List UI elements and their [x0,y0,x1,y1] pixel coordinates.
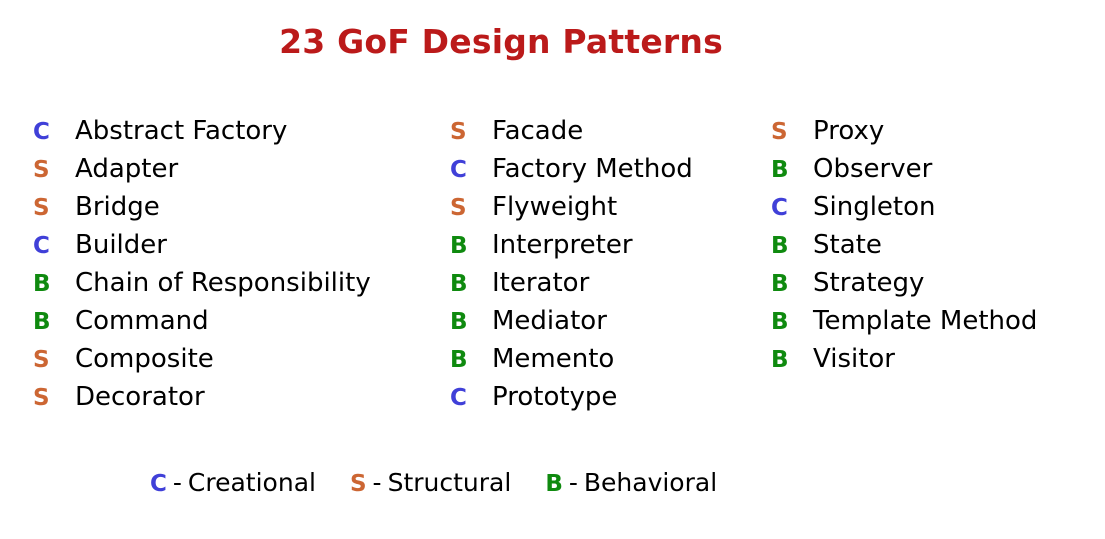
category-letter-b: B [33,309,51,335]
category-letter-s: S [450,195,467,221]
legend-dash: - [372,468,382,497]
pattern-row: S Proxy [771,112,1037,150]
category-letter-b: B [771,347,789,373]
pattern-row: C Builder [33,226,371,264]
pattern-row: B Interpreter [450,226,693,264]
page-title: 23 GoF Design Patterns [279,22,723,61]
category-letter-c: C [771,195,788,221]
pattern-name: Visitor [813,344,895,374]
category-letter-b: B [771,233,789,259]
pattern-name: Interpreter [492,230,633,260]
legend-letter-s: S [349,471,367,497]
legend-label: Structural [387,468,512,497]
pattern-name: Adapter [75,154,179,184]
pattern-name: Iterator [492,268,590,298]
pattern-name: Bridge [75,192,160,222]
pattern-row: S Facade [450,112,693,150]
category-letter-b: B [33,271,51,297]
pattern-name: Memento [492,344,615,374]
pattern-name: Mediator [492,306,607,336]
pattern-name: Composite [75,344,214,374]
category-letter-b: B [450,271,468,297]
pattern-row: B Command [33,302,371,340]
pattern-name: Facade [492,116,584,146]
pattern-row: S Flyweight [450,188,693,226]
legend-item-structural: S - Structural [350,466,511,503]
category-letter-c: C [33,233,50,259]
category-letter-b: B [450,347,468,373]
pattern-row: B State [771,226,1037,264]
pattern-name: Singleton [813,192,936,222]
category-letter-b: B [771,309,789,335]
pattern-row: B Observer [771,150,1037,188]
pattern-row: S Decorator [33,378,371,416]
legend-letter-c: C [150,471,167,497]
category-letter-c: C [33,119,50,145]
legend-label: Behavioral [583,468,718,497]
legend-item-behavioral: B - Behavioral [545,466,717,503]
pattern-row: B Template Method [771,302,1037,340]
pattern-row: B Iterator [450,264,693,302]
pattern-row: C Abstract Factory [33,112,371,150]
pattern-name: Chain of Responsibility [75,268,371,298]
pattern-row: S Composite [33,340,371,378]
pattern-name: Builder [75,230,167,260]
category-letter-s: S [33,195,50,221]
category-letter-s: S [33,385,50,411]
pattern-row: S Bridge [33,188,371,226]
pattern-row: B Memento [450,340,693,378]
legend-item-creational: C - Creational [150,466,316,503]
category-letter-b: B [450,309,468,335]
pattern-row: C Singleton [771,188,1037,226]
pattern-row: B Mediator [450,302,693,340]
pattern-name: Proxy [813,116,885,146]
pattern-column-2: S Facade C Factory Method S Flyweight B Interpr… [450,112,693,416]
pattern-row: S Adapter [33,150,371,188]
pattern-column-1: C Abstract Factory S Adapter S Bridge C Builder… [33,112,371,416]
category-letter-b: B [771,157,789,183]
pattern-columns: C Abstract Factory S Adapter S Bridge C Builder… [0,112,1105,412]
pattern-row: C Prototype [450,378,693,416]
pattern-name: Flyweight [492,192,618,222]
pattern-row: B Chain of Responsibility [33,264,371,302]
legend-letter-b: B [545,471,563,497]
category-letter-s: S [33,347,50,373]
category-letter-b: B [771,271,789,297]
category-legend: C - Creational S - Structural B - Behavioral [150,466,717,503]
pattern-row: B Strategy [771,264,1037,302]
pattern-name: Strategy [813,268,925,298]
pattern-row: B Visitor [771,340,1037,378]
pattern-name: Template Method [813,306,1038,336]
legend-label: Creational [187,468,316,497]
category-letter-b: B [450,233,468,259]
pattern-name: Decorator [75,382,205,412]
pattern-column-3: S Proxy B Observer C Singleton B State B Strategy… [771,112,1037,378]
pattern-name: Factory Method [492,154,693,184]
category-letter-s: S [33,157,50,183]
pattern-name: State [813,230,882,260]
design-patterns-poster: 23 GoF Design Patterns C Abstract Factory… [0,0,1105,539]
legend-dash: - [172,468,182,497]
category-letter-c: C [450,157,467,183]
pattern-name: Abstract Factory [75,116,288,146]
pattern-name: Command [75,306,209,336]
pattern-row: C Factory Method [450,150,693,188]
category-letter-s: S [771,119,788,145]
pattern-name: Observer [813,154,933,184]
legend-dash: - [568,468,578,497]
category-letter-s: S [450,119,467,145]
pattern-name: Prototype [492,382,618,412]
category-letter-c: C [450,385,467,411]
